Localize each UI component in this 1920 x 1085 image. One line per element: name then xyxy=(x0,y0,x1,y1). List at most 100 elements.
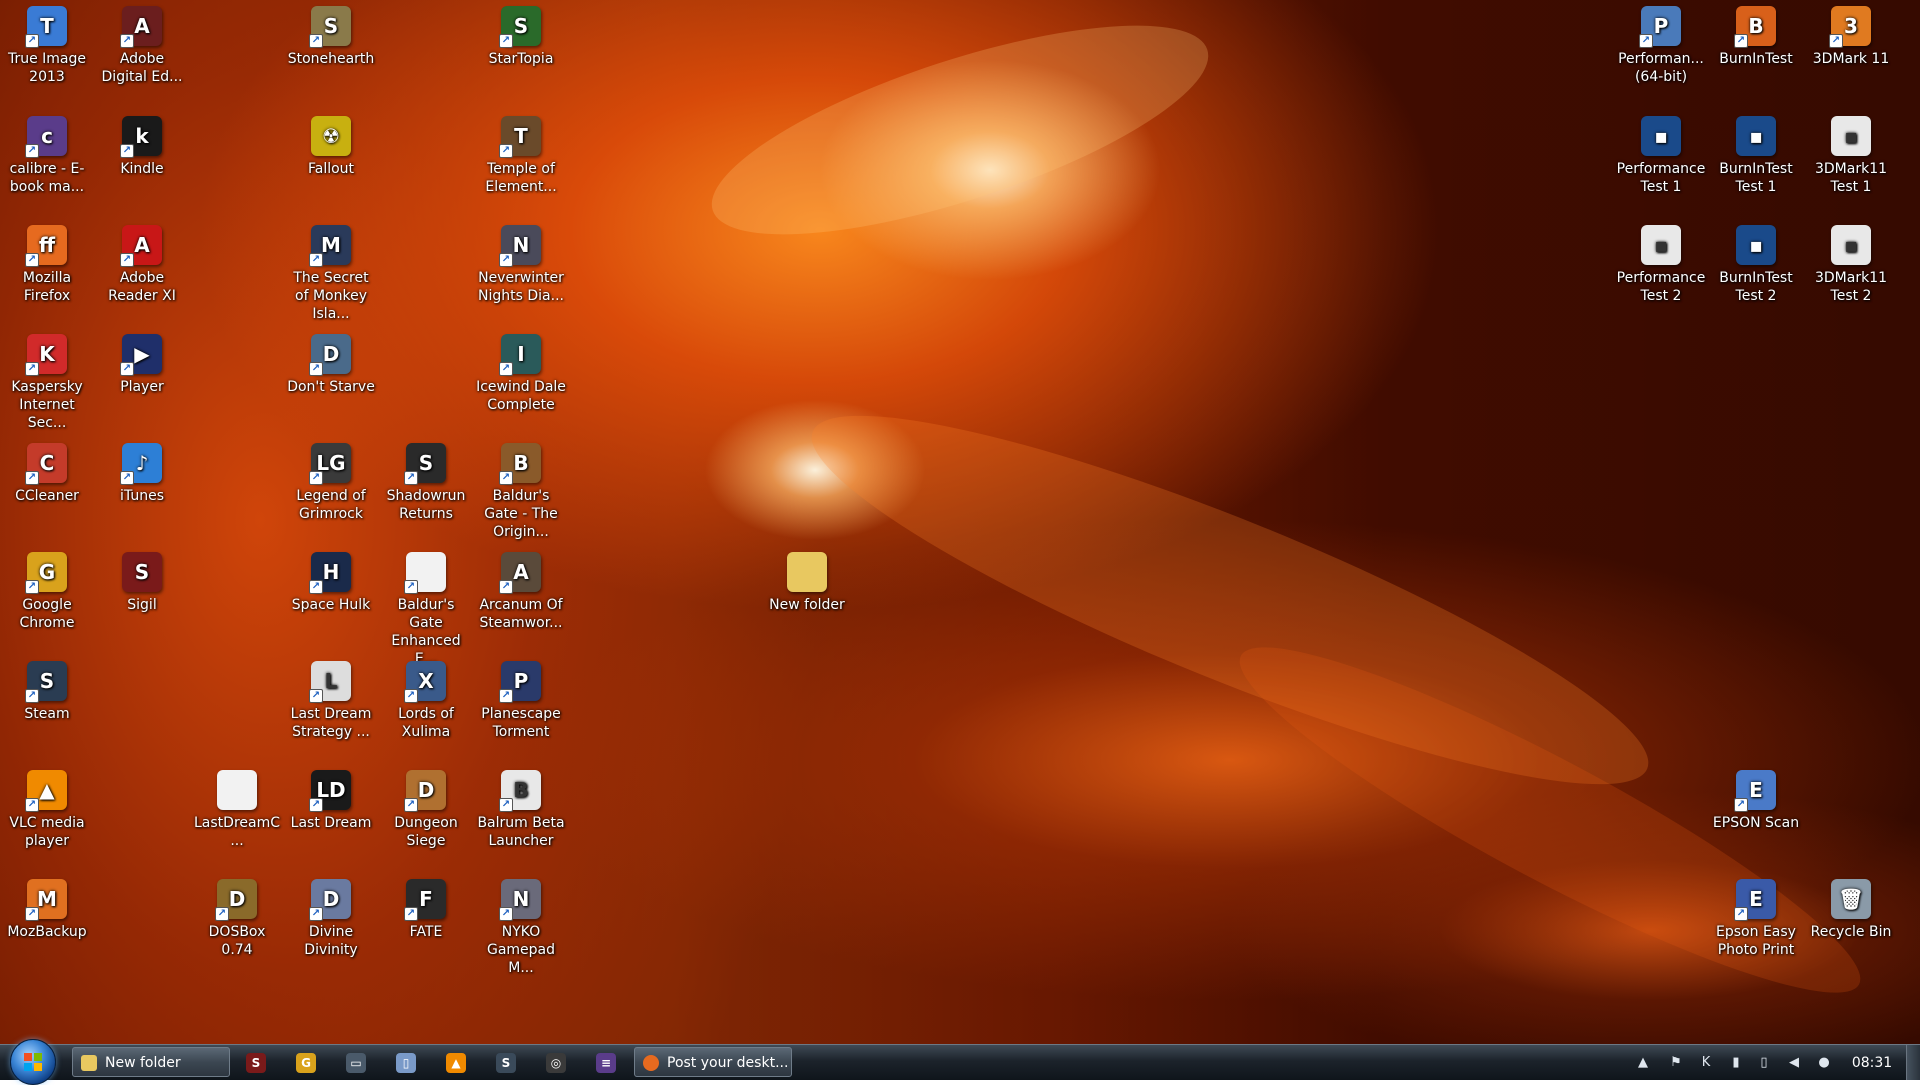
desktop-icon-space-hulk[interactable]: H ↗ Space Hulk xyxy=(284,546,378,614)
tray-action-center-icon[interactable]: ⚑ xyxy=(1668,1055,1684,1071)
desktop-icon-epson-scan[interactable]: E ↗ EPSON Scan xyxy=(1709,764,1803,832)
desktop-icon-planescape-torment[interactable]: P ↗ Planescape Torment xyxy=(474,655,568,741)
tray-safely-remove-icon[interactable]: ▯ xyxy=(1756,1055,1772,1071)
desktop-icon-shadowrun-returns[interactable]: S ↗ Shadowrun Returns xyxy=(379,437,473,523)
desktop-icon-baldurs-gate-ee[interactable]: ↗ Baldur's Gate Enhanced E... xyxy=(379,546,473,668)
shortcut-arrow-icon: ↗ xyxy=(1829,34,1843,48)
taskbar-pinned-document-icon[interactable]: ▯ xyxy=(396,1053,416,1073)
tray-kaspersky-icon[interactable]: K xyxy=(1698,1055,1714,1071)
desktop-icon-dungeon-siege[interactable]: D ↗ Dungeon Siege xyxy=(379,764,473,850)
wallpaper-flare xyxy=(691,0,1229,277)
desktop-icon-baldurs-gate-origin[interactable]: B ↗ Baldur's Gate - The Origin... xyxy=(474,437,568,541)
desktop-icon-label: Neverwinter Nights Dia... xyxy=(478,270,564,304)
desktop-icon-label: Dungeon Siege xyxy=(394,815,458,849)
desktop-icon-lords-of-xulima[interactable]: X ↗ Lords of Xulima xyxy=(379,655,473,741)
desktop-icon-nyko-gamepad[interactable]: N ↗ NYKO Gamepad M... xyxy=(474,873,568,977)
desktop-icon-burnintest[interactable]: B ↗ BurnInTest xyxy=(1709,0,1803,68)
taskbar-window-post-your-desktop[interactable]: Post your deskt... xyxy=(634,1047,792,1077)
desktop-icon-last-dream-strategy[interactable]: L ↗ Last Dream Strategy ... xyxy=(284,655,378,741)
desktop-icon-kaspersky[interactable]: K ↗ Kaspersky Internet Sec... xyxy=(0,328,94,432)
desktop-icon-itunes[interactable]: ♪ ↗ iTunes xyxy=(95,437,189,505)
shortcut-arrow-icon: ↗ xyxy=(499,34,513,48)
desktop-icon-last-dream[interactable]: LD ↗ Last Dream xyxy=(284,764,378,832)
desktop-icon-arcanum[interactable]: A ↗ Arcanum Of Steamwor... xyxy=(474,546,568,632)
desktop-icon-dosbox[interactable]: D ↗ DOSBox 0.74 xyxy=(190,873,284,959)
desktop-icon-burnintest-test-1[interactable]: ▪ BurnInTest Test 1 xyxy=(1709,110,1803,196)
desktop-icon-steam[interactable]: S ↗ Steam xyxy=(0,655,94,723)
shortcut-arrow-icon: ↗ xyxy=(309,580,323,594)
nyko-gamepad-icon: N ↗ xyxy=(499,879,541,921)
desktop-icon-player[interactable]: ▶ ↗ Player xyxy=(95,328,189,396)
desktop-icon-monkey-island[interactable]: M ↗ The Secret of Monkey Isla... xyxy=(284,219,378,323)
start-button[interactable] xyxy=(10,1039,56,1085)
desktop-icon-icewind-dale[interactable]: I ↗ Icewind Dale Complete xyxy=(474,328,568,414)
taskbar-window-new-folder[interactable]: New folder xyxy=(72,1047,230,1077)
ccleaner-icon: C ↗ xyxy=(25,443,67,485)
desktop-icon-temple-of-elemental[interactable]: T ↗ Temple of Element... xyxy=(474,110,568,196)
desktop-icon-startopia[interactable]: S ↗ StarTopia xyxy=(474,0,568,68)
startopia-icon: S ↗ xyxy=(499,6,541,48)
taskbar-pinned-calibre-icon[interactable]: ≡ xyxy=(596,1053,616,1073)
taskbar-pinned-steam-icon[interactable]: S xyxy=(496,1053,516,1073)
desktop-icon-last-dream-c[interactable]: LastDreamC... xyxy=(190,764,284,850)
desktop-icon-label: FATE xyxy=(409,924,443,940)
desktop-icon-performance-test-1[interactable]: ▪ Performance Test 1 xyxy=(1614,110,1708,196)
desktop-icon-kindle[interactable]: k ↗ Kindle xyxy=(95,110,189,178)
desktop-icon-3dmark11-test-1[interactable]: ▪ 3DMark11 Test 1 xyxy=(1804,110,1898,196)
clock[interactable]: 08:31 xyxy=(1848,1045,1896,1081)
desktop-icon-dont-starve[interactable]: D ↗ Don't Starve xyxy=(284,328,378,396)
desktop-icon-label: Temple of Element... xyxy=(485,161,557,195)
shortcut-arrow-icon: ↗ xyxy=(25,253,39,267)
taskbar-pinned-startopia-icon[interactable]: ◎ xyxy=(546,1053,566,1073)
planescape-torment-icon: P ↗ xyxy=(499,661,541,703)
desktop-icon-true-image[interactable]: T ↗ True Image 2013 xyxy=(0,0,94,86)
desktop-icon-3dmark11-test-2[interactable]: ▪ 3DMark11 Test 2 xyxy=(1804,219,1898,305)
desktop-icon-divine-divinity[interactable]: D ↗ Divine Divinity xyxy=(284,873,378,959)
desktop-icon-recycle-bin[interactable]: 🗑 Recycle Bin xyxy=(1804,873,1898,941)
desktop-icon-neverwinter-nights[interactable]: N ↗ Neverwinter Nights Dia... xyxy=(474,219,568,305)
tray-volume-icon[interactable]: ◀ xyxy=(1786,1055,1802,1071)
desktop-icon-google-chrome[interactable]: G ↗ Google Chrome xyxy=(0,546,94,632)
shortcut-arrow-icon: ↗ xyxy=(1639,34,1653,48)
desktop-icon-ccleaner[interactable]: C ↗ CCleaner xyxy=(0,437,94,505)
desktop-icon-vlc[interactable]: ▲ ↗ VLC media player xyxy=(0,764,94,850)
desktop-icon-adobe-reader[interactable]: A ↗ Adobe Reader XI xyxy=(95,219,189,305)
desktop-icon-performance-64[interactable]: P ↗ Performan... (64-bit) xyxy=(1614,0,1708,86)
desktop-icon-label: Icewind Dale Complete xyxy=(476,379,566,413)
desktop-icon-mozbackup[interactable]: M ↗ MozBackup xyxy=(0,873,94,941)
desktop-icon-fallout[interactable]: ☢ Fallout xyxy=(284,110,378,178)
desktop-icon-label: Don't Starve xyxy=(287,379,375,395)
taskbar-pinned-sigil-icon[interactable]: S xyxy=(246,1053,266,1073)
shortcut-arrow-icon: ↗ xyxy=(404,580,418,594)
desktop-icon-calibre[interactable]: c ↗ calibre - E-book ma... xyxy=(0,110,94,196)
desktop-icon-epson-easy-photo[interactable]: E ↗ Epson Easy Photo Print xyxy=(1709,873,1803,959)
desktop-icon-mozilla-firefox[interactable]: ff ↗ Mozilla Firefox xyxy=(0,219,94,305)
desktop-icon-fate[interactable]: F ↗ FATE xyxy=(379,873,473,941)
desktop-icon-adobe-digital-ed[interactable]: A ↗ Adobe Digital Ed... xyxy=(95,0,189,86)
taskbar-pinned-app-window-icon[interactable]: ▭ xyxy=(346,1053,366,1073)
desktop-icon-performance-test-2[interactable]: ▪ Performance Test 2 xyxy=(1614,219,1708,305)
desktop-icon-3dmark-11[interactable]: 3 ↗ 3DMark 11 xyxy=(1804,0,1898,68)
desktop-icon-label: EPSON Scan xyxy=(1712,815,1800,831)
tray-update-icon[interactable]: ● xyxy=(1816,1055,1832,1071)
stonehearth-icon: S ↗ xyxy=(309,6,351,48)
desktop-icon-burnintest-test-2[interactable]: ▪ BurnInTest Test 2 xyxy=(1709,219,1803,305)
tray-network-icon[interactable]: ▮ xyxy=(1728,1055,1744,1071)
tray-show-hidden-icon[interactable]: ▲ xyxy=(1635,1055,1651,1071)
desktop-icon-stonehearth[interactable]: S ↗ Stonehearth xyxy=(284,0,378,68)
taskbar-pinned-vlc-icon[interactable]: ▲ xyxy=(446,1053,466,1073)
temple-of-elemental-icon: T ↗ xyxy=(499,116,541,158)
shortcut-arrow-icon: ↗ xyxy=(120,362,134,376)
desktop-icon-balrum-beta[interactable]: B ↗ Balrum Beta Launcher xyxy=(474,764,568,850)
desktop-icon-label: Space Hulk xyxy=(291,597,371,613)
desktop-icon-legend-of-grimrock[interactable]: LG ↗ Legend of Grimrock xyxy=(284,437,378,523)
taskbar-pinned-chrome-icon[interactable]: G xyxy=(296,1053,316,1073)
shortcut-arrow-icon: ↗ xyxy=(499,471,513,485)
true-image-icon: T ↗ xyxy=(25,6,67,48)
desktop-icon-new-folder[interactable]: New folder xyxy=(760,546,854,614)
icewind-dale-icon: I ↗ xyxy=(499,334,541,376)
show-desktop-button[interactable] xyxy=(1906,1045,1920,1080)
taskbar-window-label: New folder xyxy=(105,1055,181,1071)
dungeon-siege-icon: D ↗ xyxy=(404,770,446,812)
desktop-icon-sigil[interactable]: S Sigil xyxy=(95,546,189,614)
